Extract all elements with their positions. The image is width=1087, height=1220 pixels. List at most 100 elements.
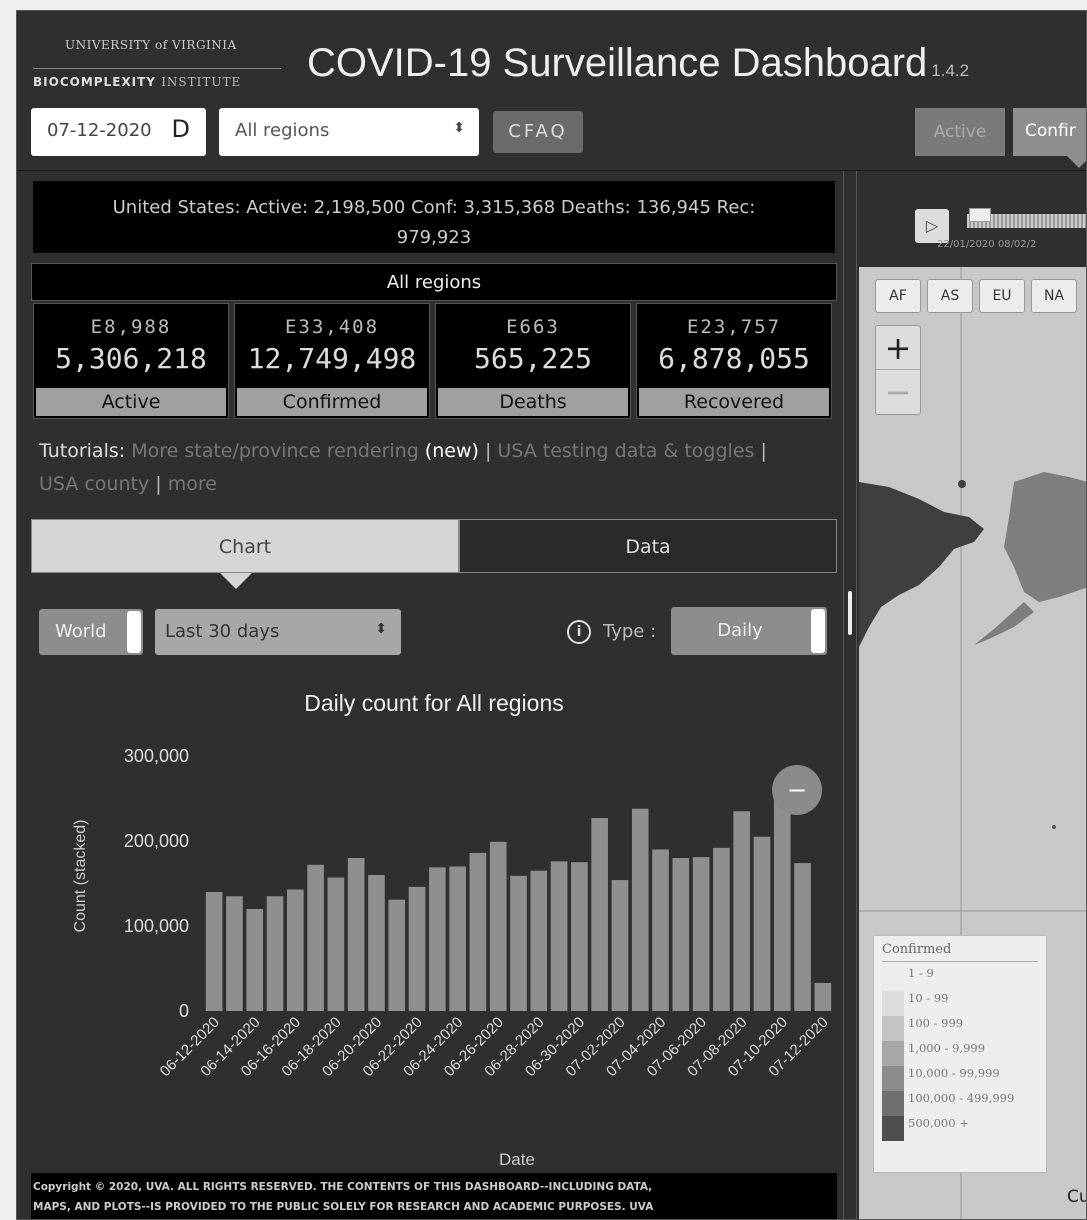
bar[interactable] (591, 818, 608, 1011)
y-ticks: 0 100,000 200,000 300,000 (124, 746, 189, 1021)
bar[interactable] (611, 880, 629, 1011)
bar[interactable] (530, 870, 548, 1011)
tab-data[interactable]: Data (459, 519, 837, 573)
zoom-in-button[interactable]: + (876, 326, 920, 370)
stat-deaths[interactable]: E663 565,225 Deaths (435, 303, 631, 419)
tab-pointer-icon (220, 573, 252, 589)
copyright-footer: Copyright © 2020, UVA. ALL RIGHTS RESERV… (31, 1173, 837, 1219)
timeline-slider-handle[interactable] (969, 208, 991, 222)
bar[interactable] (692, 857, 710, 1011)
tutorial-link-state-province[interactable]: More state/province rendering (131, 440, 419, 462)
legend-item: 1,000 - 9,999 (882, 1041, 1038, 1066)
legend-swatch (882, 1091, 904, 1116)
legend-swatch (882, 991, 904, 1016)
bar[interactable] (347, 858, 365, 1011)
bar[interactable] (550, 861, 568, 1011)
legend-swatch (882, 1016, 904, 1041)
continent-button-na[interactable]: NA (1031, 279, 1077, 313)
bar[interactable] (408, 886, 426, 1011)
island-shape (1052, 825, 1056, 829)
continent-button-as[interactable]: AS (927, 279, 973, 313)
link-separator: | (478, 440, 498, 462)
date-input[interactable]: 07-12-2020 D (31, 108, 206, 156)
link-separator: | (754, 440, 767, 462)
bar[interactable] (368, 875, 385, 1011)
tutorials: Tutorials: More state/province rendering… (39, 435, 829, 501)
legend-item: 10,000 - 99,999 (882, 1066, 1038, 1091)
bar[interactable] (286, 889, 304, 1011)
bar[interactable] (571, 862, 588, 1011)
confirmed-toggle-button[interactable]: Confir (1013, 108, 1086, 156)
region-select[interactable]: All regions ⬍ (219, 108, 479, 156)
bar[interactable] (510, 875, 527, 1011)
bar[interactable] (631, 808, 649, 1011)
bar[interactable] (814, 982, 832, 1011)
legend-swatch (882, 1066, 904, 1091)
legend-rows: 1 - 9 10 - 99 100 - 999 1,000 - 9,999 10,000… (882, 966, 1038, 1141)
stat-label: Confirmed (237, 388, 427, 416)
stat-recovered[interactable]: E23,757 6,878,055 Recovered (636, 303, 832, 419)
divider-handle[interactable] (848, 591, 852, 635)
range-select-value: Last 30 days (165, 621, 280, 642)
type-toggle[interactable]: Daily (671, 607, 827, 655)
institute-logo: BIOCOMPLEXITY INSTITUTE (33, 75, 241, 89)
bar[interactable] (733, 811, 751, 1011)
tutorial-link-usa-county[interactable]: USA county (39, 473, 149, 495)
active-toggle-button[interactable]: Active (915, 108, 1005, 156)
faq-button[interactable]: CFAQ (493, 111, 583, 153)
tab-chart[interactable]: Chart (31, 519, 459, 573)
legend-label: 1 - 9 (908, 966, 934, 980)
info-icon[interactable]: i (567, 620, 591, 644)
bar[interactable] (713, 847, 730, 1011)
bar[interactable] (672, 858, 690, 1011)
legend-label: 10 - 99 (908, 991, 949, 1005)
zoom-out-button[interactable]: − (876, 370, 920, 414)
x-ticks: 06-12-202006-14-202006-16-202006-18-2020… (157, 1014, 832, 1080)
bar[interactable] (652, 849, 669, 1012)
bar[interactable] (327, 877, 345, 1011)
bar[interactable] (205, 892, 223, 1011)
bar[interactable] (469, 852, 487, 1011)
stat-delta: E663 (506, 316, 560, 338)
calendar-icon[interactable]: D (172, 115, 190, 143)
bar[interactable] (226, 896, 243, 1011)
legend-item: 10 - 99 (882, 991, 1038, 1016)
bar[interactable] (753, 836, 771, 1011)
stat-delta: E23,757 (686, 316, 782, 338)
stat-delta: E8,988 (90, 316, 172, 338)
stat-confirmed[interactable]: E33,408 12,749,498 Confirmed (234, 303, 430, 419)
continent-button-af[interactable]: AF (875, 279, 921, 313)
bar[interactable] (794, 863, 811, 1011)
select-arrows-icon: ⬍ (375, 621, 387, 637)
minus-icon[interactable]: − (787, 776, 807, 804)
continent-button-eu[interactable]: EU (979, 279, 1025, 313)
alaska-shape (1004, 472, 1086, 602)
type-label: Type : (603, 621, 657, 642)
footer-line-1: Copyright © 2020, UVA. ALL RIGHTS RESERV… (33, 1181, 653, 1193)
tutorial-link-more[interactable]: more (168, 473, 217, 495)
bar[interactable] (489, 841, 507, 1011)
stat-active[interactable]: E8,988 5,306,218 Active (33, 303, 229, 419)
bar[interactable] (388, 899, 406, 1011)
tutorial-link-usa-testing[interactable]: USA testing data & toggles (497, 440, 754, 462)
map-zoom-control: + − (875, 325, 921, 415)
bar[interactable] (307, 864, 324, 1011)
bar[interactable] (429, 867, 446, 1011)
island-shape (958, 480, 966, 488)
bar[interactable] (246, 909, 264, 1011)
bar[interactable] (449, 866, 466, 1012)
legend-label: 100,000 - 499,999 (908, 1091, 1015, 1105)
panel-divider[interactable] (843, 171, 857, 1219)
footer-line-2: MAPS, AND PLOTS--IS PROVIDED TO THE PUBL… (33, 1201, 654, 1213)
world-toggle[interactable]: World (39, 609, 143, 655)
bar[interactable] (266, 896, 284, 1011)
reset-zoom-button[interactable]: − (772, 765, 822, 815)
stat-value: 6,878,055 (658, 342, 810, 375)
range-select[interactable]: Last 30 days ⬍ (155, 609, 401, 655)
play-button[interactable]: ▷ (915, 209, 949, 243)
daily-chart: Daily count for All regions Count (stack… (31, 671, 837, 1171)
bar[interactable] (773, 798, 791, 1012)
stat-value: 12,749,498 (247, 342, 417, 375)
y-tick-label: 0 (179, 1001, 189, 1021)
page-title-text: COVID-19 Surveillance Dashboard (307, 41, 928, 85)
